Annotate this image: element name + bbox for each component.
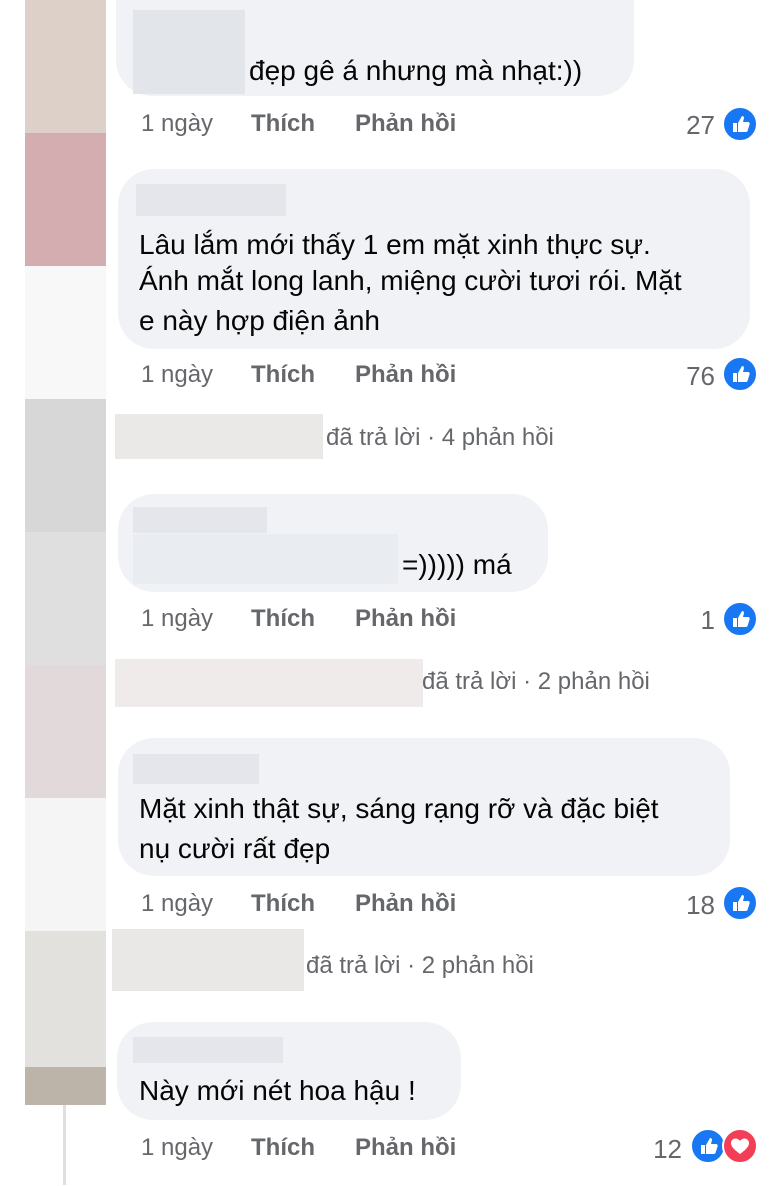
reply-avatars	[112, 929, 304, 991]
reaction-count[interactable]: 1	[655, 605, 715, 636]
reaction-count[interactable]: 76	[655, 361, 715, 392]
comment-time[interactable]: 1 ngày	[141, 605, 213, 633]
like-icon	[722, 356, 758, 392]
heart-icon	[722, 1128, 758, 1164]
avatar-strip-9	[25, 1067, 106, 1105]
commenter-name	[136, 184, 286, 216]
commenter-name	[133, 534, 398, 584]
commenter-name	[133, 507, 267, 533]
like-icon	[722, 106, 758, 142]
like-button[interactable]: Thích	[251, 1134, 315, 1162]
commenter-name	[133, 754, 259, 784]
reply-button[interactable]: Phản hồi	[355, 605, 456, 633]
avatar-strip-1	[25, 0, 106, 133]
reply-button[interactable]: Phản hồi	[355, 361, 456, 389]
like-button[interactable]: Thích	[251, 890, 315, 918]
reaction-count[interactable]: 12	[622, 1134, 682, 1165]
reply-button[interactable]: Phản hồi	[355, 1134, 456, 1162]
like-icon	[722, 601, 758, 637]
reply-avatars	[115, 414, 323, 459]
like-button[interactable]: Thích	[251, 605, 315, 633]
comment-text: Này mới nét hoa hậu !	[139, 1075, 416, 1106]
avatar-strip-8	[25, 931, 106, 1067]
comment-text: đẹp gê á nhưng mà nhạt:))	[249, 55, 583, 86]
like-icon	[690, 1128, 726, 1164]
comment-time[interactable]: 1 ngày	[141, 890, 213, 918]
commenter-name	[133, 1037, 283, 1063]
avatar-strip-2	[25, 133, 106, 266]
view-replies-link[interactable]: đã trả lời · 4 phản hồi	[326, 424, 554, 452]
view-replies-link[interactable]: đã trả lời · 2 phản hồi	[422, 668, 650, 696]
reaction-count[interactable]: 27	[655, 110, 715, 141]
like-icon	[722, 885, 758, 921]
avatar-strip-6	[25, 665, 106, 798]
comment-text: nụ cười rất đẹp	[139, 833, 331, 864]
view-replies-link[interactable]: đã trả lời · 2 phản hồi	[306, 952, 534, 980]
comment-text: e này hợp điện ảnh	[139, 305, 380, 336]
comment-time[interactable]: 1 ngày	[141, 361, 213, 389]
comment-text: =))))) má	[402, 549, 512, 580]
thread-line	[63, 1105, 66, 1185]
avatar-strip-3	[25, 266, 106, 399]
reply-avatars	[115, 659, 423, 707]
avatar-strip-4	[25, 399, 106, 532]
avatar-strip-5	[25, 532, 106, 665]
like-button[interactable]: Thích	[251, 361, 315, 389]
like-button[interactable]: Thích	[251, 110, 315, 138]
comment-time[interactable]: 1 ngày	[141, 110, 213, 138]
reply-button[interactable]: Phản hồi	[355, 890, 456, 918]
comment-time[interactable]: 1 ngày	[141, 1134, 213, 1162]
reply-button[interactable]: Phản hồi	[355, 110, 456, 138]
reaction-count[interactable]: 18	[655, 890, 715, 921]
avatar-strip-7	[25, 798, 106, 931]
commenter-name	[133, 10, 245, 94]
